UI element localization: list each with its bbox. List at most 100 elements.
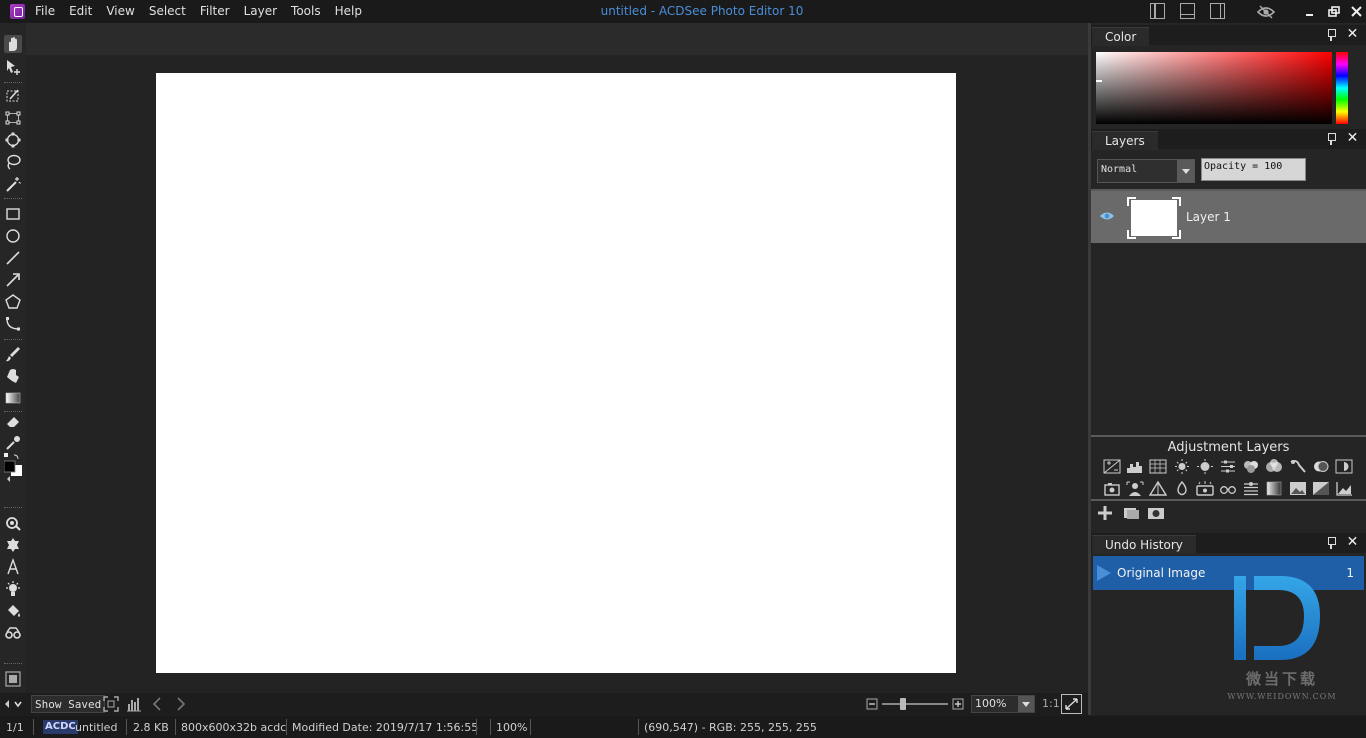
layer-mask-icon[interactable] — [1147, 505, 1165, 521]
red-eye-tool-icon[interactable] — [4, 514, 22, 532]
auto-levels-icon[interactable] — [1149, 459, 1167, 474]
show-saved-button[interactable]: Show Saved — [31, 695, 106, 713]
blend-mode-select[interactable]: Normal — [1097, 159, 1195, 183]
image-canvas[interactable] — [156, 73, 956, 673]
divider — [126, 719, 127, 735]
blend-mode-value: Normal — [1101, 164, 1138, 175]
visibility-eye-icon[interactable] — [1100, 209, 1114, 223]
repair-tool-icon[interactable] — [4, 536, 22, 554]
color-lut-icon[interactable] — [1289, 459, 1307, 474]
pin-icon[interactable] — [1326, 537, 1336, 549]
invert-icon[interactable] — [1335, 459, 1353, 474]
gradient-map-icon[interactable] — [1265, 481, 1283, 496]
gradient-tool-icon[interactable] — [4, 389, 22, 407]
zoom-select[interactable]: 100% — [971, 695, 1035, 713]
levels-icon[interactable] — [1126, 459, 1144, 474]
tab-color[interactable]: Color — [1092, 27, 1150, 46]
black-white-icon[interactable] — [1312, 459, 1330, 474]
glasses-tool-icon[interactable] — [4, 624, 22, 642]
actual-size-button[interactable]: 1:1 — [1042, 697, 1060, 710]
color-spectrum-picker[interactable] — [1096, 52, 1332, 124]
light-tool-icon[interactable] — [4, 580, 22, 598]
minimize-button[interactable] — [1301, 3, 1319, 20]
foreground-background-color-swatch[interactable] — [3, 453, 22, 483]
status-dimensions: 800x600x32b acdc — [181, 721, 287, 734]
tab-undo-history[interactable]: Undo History — [1092, 535, 1196, 554]
toolbox-toggle-icon[interactable] — [4, 670, 22, 688]
close-window-button[interactable] — [1348, 3, 1366, 20]
chevron-down-icon[interactable] — [1018, 696, 1034, 712]
polygon-tool-icon[interactable] — [4, 293, 22, 311]
pin-icon[interactable] — [1326, 133, 1336, 145]
divider — [286, 719, 287, 735]
hsl-icon[interactable] — [1265, 459, 1283, 474]
status-pixel-info: (690,547) - RGB: 255, 255, 255 — [644, 721, 817, 734]
glasses-icon[interactable] — [1219, 481, 1237, 496]
layout-right-panel-icon[interactable] — [1210, 3, 1225, 19]
haze-icon[interactable] — [1242, 481, 1260, 496]
eyedropper-tool-icon[interactable] — [4, 434, 22, 452]
divider — [476, 719, 477, 735]
ellipse-tool-icon[interactable] — [4, 227, 22, 245]
zoom-slider[interactable] — [866, 696, 966, 712]
fullscreen-icon[interactable] — [103, 696, 119, 712]
opacity-field[interactable]: Opacity = 100 — [1201, 158, 1306, 181]
layers-panel-header: Layers ✕ — [1091, 129, 1366, 150]
histogram-icon[interactable] — [126, 696, 142, 712]
add-layer-icon[interactable] — [1097, 505, 1113, 521]
lasso-tool-icon[interactable] — [4, 153, 22, 171]
fill-bucket-tool-icon[interactable] — [4, 602, 22, 620]
magic-wand-tool-icon[interactable] — [4, 175, 22, 193]
chevron-down-icon[interactable] — [1177, 160, 1194, 182]
hue-slider[interactable] — [1336, 52, 1348, 124]
hand-tool-icon[interactable] — [4, 35, 22, 53]
move-tool-icon[interactable] — [4, 58, 22, 76]
portrait-icon[interactable] — [1126, 481, 1144, 496]
divider — [1091, 435, 1366, 437]
drop-icon[interactable] — [1173, 480, 1191, 496]
rotate-tool-icon[interactable] — [4, 131, 22, 149]
brightness-icon[interactable] — [1173, 459, 1191, 474]
divider — [530, 719, 531, 735]
photo-filter-icon[interactable] — [1103, 481, 1121, 496]
chart-icon[interactable] — [1335, 481, 1353, 496]
tone-curve-icon[interactable] — [1312, 481, 1330, 496]
arrow-tool-icon[interactable] — [4, 271, 22, 289]
line-tool-icon[interactable] — [4, 249, 22, 267]
posterize-icon[interactable] — [1149, 480, 1168, 496]
tab-layers[interactable]: Layers — [1092, 131, 1158, 150]
light-eq-icon[interactable] — [1196, 459, 1214, 474]
clone-stamp-tool-icon[interactable] — [4, 367, 22, 385]
close-panel-button[interactable]: ✕ — [1346, 535, 1359, 549]
text-tool-icon[interactable] — [4, 557, 22, 576]
fit-to-screen-icon[interactable] — [1061, 694, 1082, 714]
sliders-icon[interactable] — [1219, 459, 1237, 474]
vibrance-icon[interactable] — [1196, 481, 1214, 496]
close-panel-button[interactable]: ✕ — [1346, 27, 1359, 41]
transform-tool-icon[interactable] — [4, 109, 22, 127]
exposure-icon[interactable] — [1103, 459, 1121, 474]
collapse-toggle-icon[interactable] — [4, 698, 24, 710]
eraser-tool-icon[interactable] — [4, 412, 22, 430]
duplicate-layer-icon[interactable] — [1122, 505, 1140, 521]
status-modified-date: Modified Date: 2019/7/17 1:56:55 — [292, 721, 479, 734]
restore-button[interactable] — [1325, 3, 1343, 20]
layer-row[interactable]: Layer 1 — [1091, 191, 1366, 243]
previous-image-icon[interactable] — [150, 696, 164, 712]
preview-eye-icon[interactable] — [1256, 3, 1276, 20]
pin-icon[interactable] — [1326, 29, 1336, 41]
close-panel-button[interactable]: ✕ — [1346, 131, 1359, 145]
image-icon[interactable] — [1289, 481, 1307, 496]
crop-select-tool-icon[interactable] — [4, 87, 22, 105]
page-counter: 1/1 — [6, 721, 24, 734]
rectangle-tool-icon[interactable] — [4, 205, 22, 223]
bezier-tool-icon[interactable] — [4, 315, 22, 333]
undo-history-panel-header: Undo History ✕ — [1091, 533, 1366, 554]
next-image-icon[interactable] — [174, 696, 188, 712]
brush-tool-icon[interactable] — [4, 345, 22, 363]
layout-bottom-panel-icon[interactable] — [1180, 3, 1195, 19]
divider — [1091, 499, 1366, 501]
layout-left-panel-icon[interactable] — [1150, 3, 1165, 19]
divider — [33, 719, 34, 735]
color-balance-icon[interactable] — [1242, 459, 1260, 474]
